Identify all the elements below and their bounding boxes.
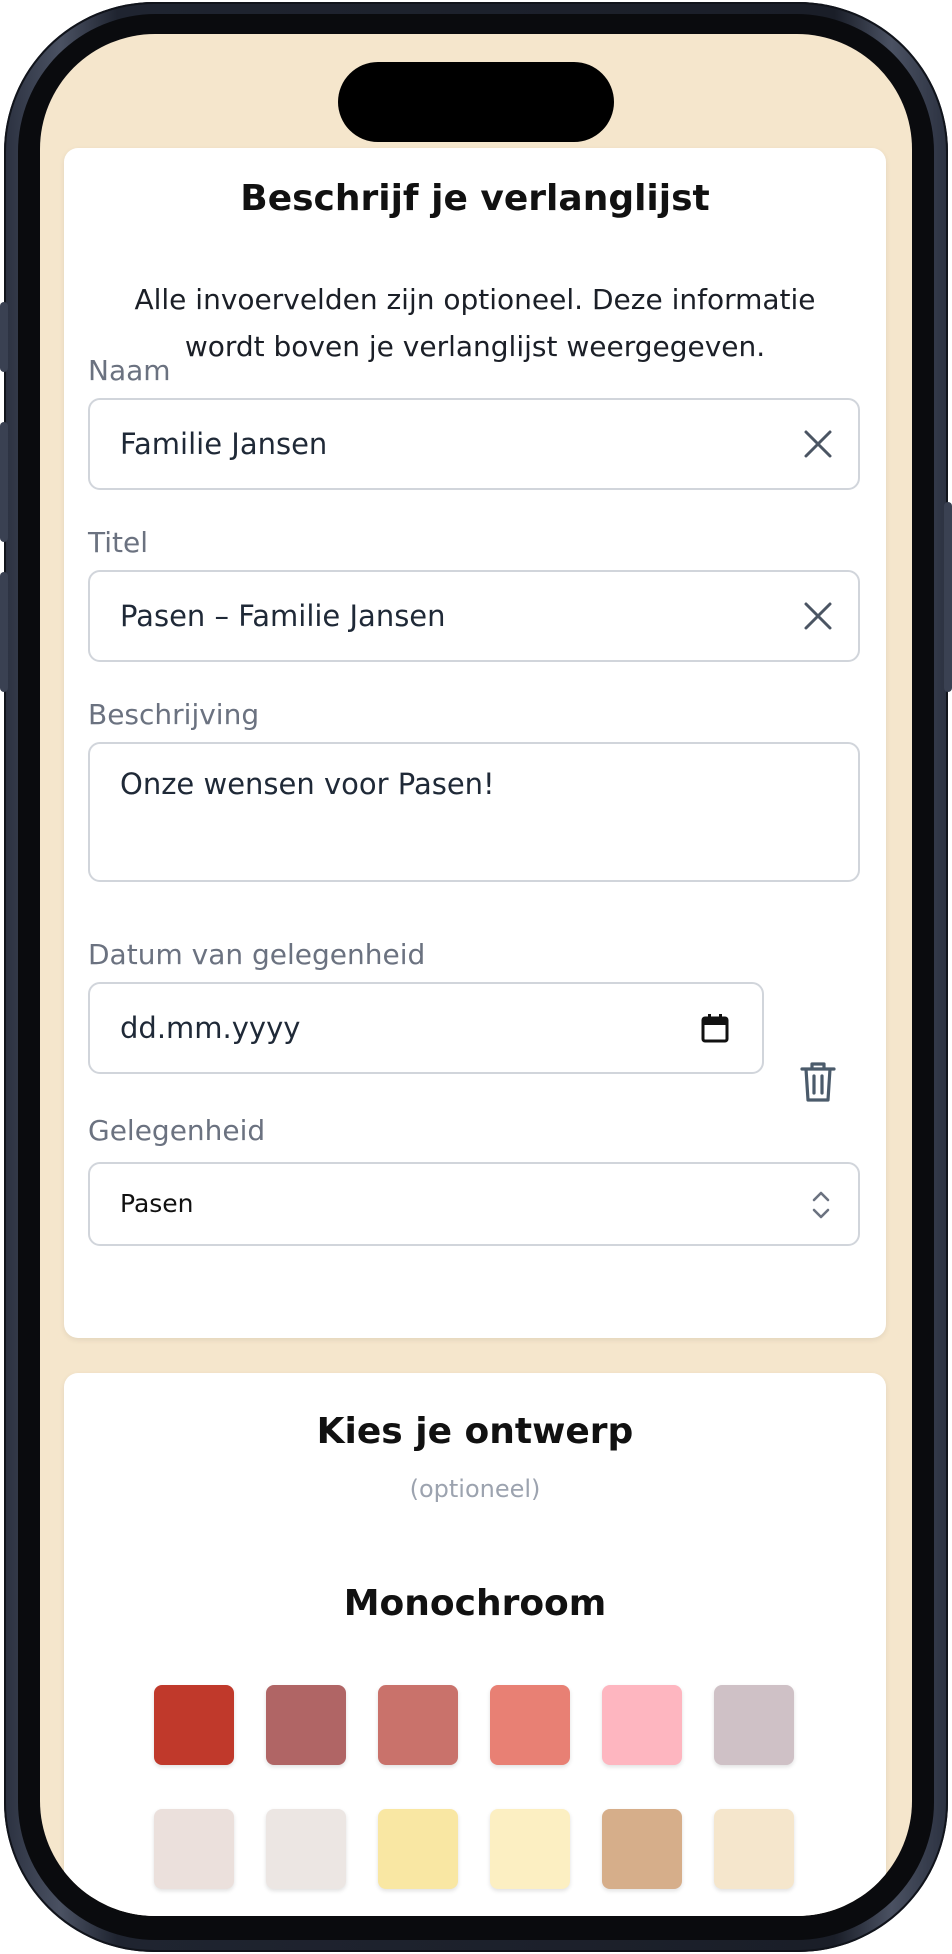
description-value: Onze wensen voor Pasen! — [120, 767, 495, 801]
color-swatch[interactable] — [490, 1809, 570, 1889]
title-label: Titel — [88, 526, 149, 559]
color-swatch[interactable] — [266, 1809, 346, 1889]
date-input[interactable]: dd.mm.yyyy — [88, 982, 764, 1074]
close-icon[interactable] — [800, 426, 836, 462]
design-card: Kies je ontwerp (optioneel) Monochroom — [64, 1373, 886, 1916]
title-value: Pasen – Familie Jansen — [120, 599, 446, 633]
color-swatch[interactable] — [154, 1685, 234, 1765]
color-swatch[interactable] — [154, 1809, 234, 1889]
title-field[interactable]: Pasen – Familie Jansen — [88, 570, 860, 662]
volume-up-button — [0, 422, 8, 542]
color-swatch[interactable] — [490, 1685, 570, 1765]
description-textarea[interactable]: Onze wensen voor Pasen! — [88, 742, 860, 882]
name-field[interactable]: Familie Jansen — [88, 398, 860, 490]
date-placeholder: dd.mm.yyyy — [120, 1011, 301, 1045]
design-subtitle: (optioneel) — [409, 1475, 541, 1503]
volume-down-button — [0, 572, 8, 692]
color-swatch[interactable] — [602, 1809, 682, 1889]
date-label: Datum van gelegenheid — [88, 938, 426, 971]
trash-icon[interactable] — [798, 1060, 838, 1104]
power-button — [944, 502, 952, 692]
chevron-up-down-icon — [812, 1191, 830, 1219]
color-swatch[interactable] — [266, 1685, 346, 1765]
name-value: Familie Jansen — [120, 427, 328, 461]
form-intro: Alle invoervelden zijn optioneel. Deze i… — [134, 283, 816, 363]
form-title: Beschrijf je verlanglijst — [240, 178, 710, 219]
design-title: Kies je ontwerp — [316, 1411, 634, 1452]
palette-group-title: Monochroom — [343, 1583, 607, 1624]
occasion-select[interactable]: Pasen — [88, 1162, 860, 1246]
occasion-value: Pasen — [120, 1189, 194, 1218]
color-swatch[interactable] — [378, 1685, 458, 1765]
dynamic-island — [338, 62, 614, 142]
color-swatch[interactable] — [714, 1685, 794, 1765]
color-swatch[interactable] — [714, 1809, 794, 1889]
occasion-label: Gelegenheid — [88, 1114, 266, 1147]
screen: Beschrijf je verlanglijst Alle invoervel… — [40, 34, 912, 1916]
calendar-icon[interactable] — [700, 1012, 730, 1044]
close-icon[interactable] — [800, 598, 836, 634]
wishlist-details-card: Beschrijf je verlanglijst Alle invoervel… — [64, 148, 886, 1338]
color-swatch[interactable] — [602, 1685, 682, 1765]
mute-switch — [0, 302, 8, 372]
description-label: Beschrijving — [88, 698, 260, 731]
name-label: Naam — [88, 354, 171, 387]
color-swatch[interactable] — [378, 1809, 458, 1889]
